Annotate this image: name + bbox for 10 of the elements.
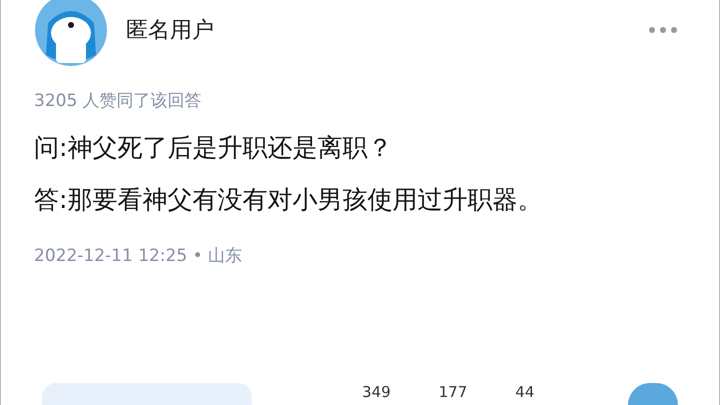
avatar-icon[interactable]: [34, 0, 108, 67]
upvote-note: 3205 人赞同了该回答: [34, 90, 203, 112]
author-name[interactable]: 匿名用户: [126, 15, 648, 45]
answer-paragraph: 问:神父死了后是升职还是离职？: [34, 132, 394, 164]
action-count[interactable]: 44: [515, 383, 534, 401]
more-icon[interactable]: [648, 26, 678, 34]
action-count[interactable]: 349: [362, 383, 391, 401]
answer-paragraph: 答:那要看神父有没有对小男孩使用过升职器。: [34, 184, 544, 216]
post-meta: 2022-12-11 12:25 • 山东: [34, 245, 244, 267]
action-count[interactable]: 177: [438, 383, 468, 401]
